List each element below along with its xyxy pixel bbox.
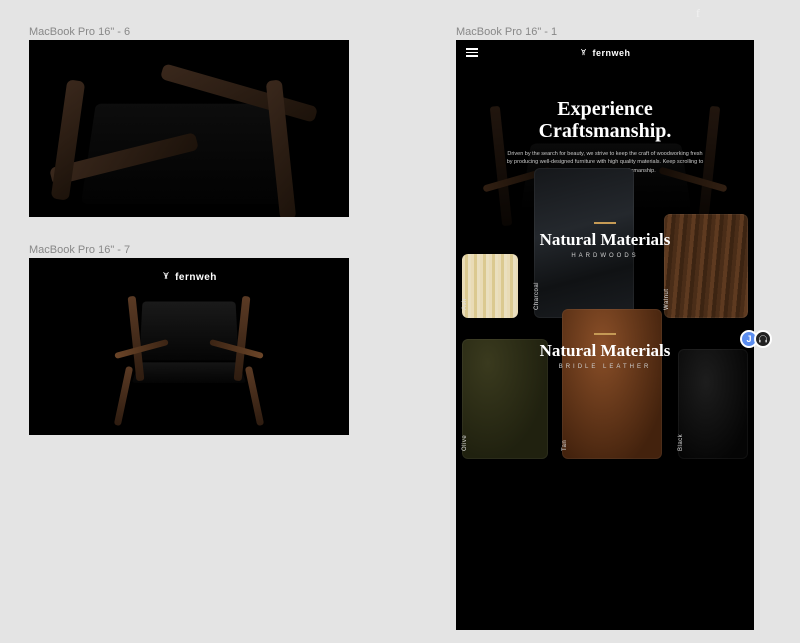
canvas-brand-glyph: f xyxy=(696,6,700,21)
frame-macbook-6[interactable] xyxy=(29,40,349,217)
section-chip: BRIDLE LEATHER xyxy=(456,364,754,370)
headphones-icon xyxy=(758,334,768,344)
swatch-label: Olive xyxy=(462,435,468,451)
collaborator-avatars: J xyxy=(744,330,772,348)
swatch-label: Tan xyxy=(562,440,568,451)
divider-icon xyxy=(594,222,616,224)
section-chip: HARDWOODS xyxy=(456,253,754,259)
section-leather-heading: Natural Materials BRIDLE LEATHER xyxy=(456,333,754,370)
brand-logo: fernweh xyxy=(29,268,349,286)
chair-closeup-image xyxy=(29,40,349,217)
brand-name: fernweh xyxy=(175,272,217,283)
frame-label-6[interactable]: MacBook Pro 16" - 6 xyxy=(29,26,130,38)
hero-headline: Experience Craftsmanship. xyxy=(486,98,724,142)
divider-icon xyxy=(594,333,616,335)
frame-label-1[interactable]: MacBook Pro 16" - 1 xyxy=(456,26,557,38)
brand-logo: fernweh xyxy=(579,44,630,62)
avatar[interactable] xyxy=(754,330,772,348)
deer-icon xyxy=(579,44,588,62)
chair-product-image xyxy=(114,296,264,426)
swatch-label: Black xyxy=(678,434,684,451)
menu-icon[interactable] xyxy=(466,48,478,57)
section-title: Natural Materials xyxy=(456,230,754,250)
section-title: Natural Materials xyxy=(456,341,754,361)
frame-label-7[interactable]: MacBook Pro 16" - 7 xyxy=(29,244,130,256)
frame-macbook-1[interactable]: fernweh Experience Craftsmanship. Driven… xyxy=(456,40,754,630)
frame-macbook-7[interactable]: fernweh xyxy=(29,258,349,435)
section-hardwoods-heading: Natural Materials HARDWOODS xyxy=(456,222,754,259)
brand-name: fernweh xyxy=(592,48,630,58)
deer-icon xyxy=(161,268,171,286)
swatch-tan[interactable]: Tan xyxy=(562,309,662,459)
